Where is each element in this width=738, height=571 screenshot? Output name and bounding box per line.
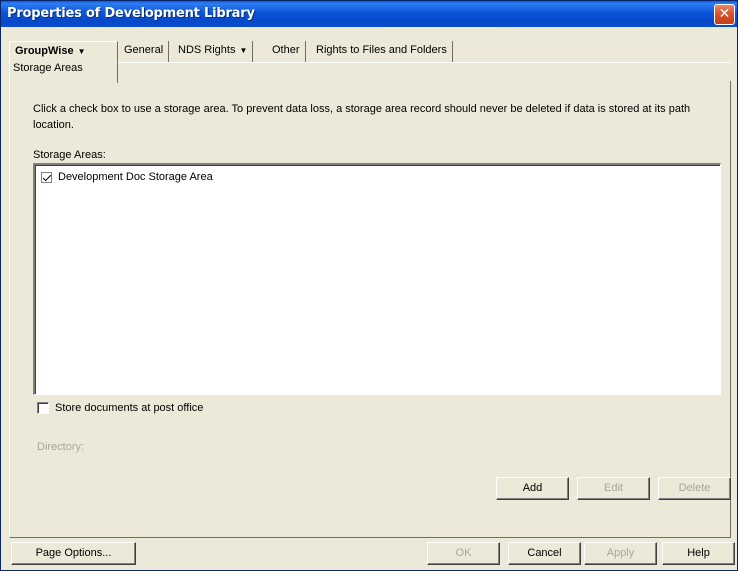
- close-button[interactable]: ✕: [714, 4, 735, 25]
- tab-general[interactable]: General: [119, 41, 170, 63]
- add-button[interactable]: Add: [496, 477, 569, 500]
- store-at-post-office-row[interactable]: Store documents at post office: [37, 402, 203, 414]
- storage-area-checkbox[interactable]: [41, 171, 52, 183]
- instructions-text: Click a check box to use a storage area.…: [33, 103, 691, 131]
- tab-rights-to-files[interactable]: Rights to Files and Folders: [311, 41, 453, 63]
- tab-other[interactable]: Other: [267, 41, 306, 63]
- ok-button[interactable]: OK: [427, 542, 500, 565]
- tab-label: Other: [272, 44, 300, 56]
- tab-groupwise[interactable]: GroupWise ▼ Storage Areas: [9, 41, 118, 83]
- page-options-button[interactable]: Page Options...: [11, 542, 136, 565]
- properties-dialog: Properties of Development Library ✕ Grou…: [0, 0, 738, 571]
- apply-button[interactable]: Apply: [584, 542, 657, 565]
- dropdown-arrow-icon[interactable]: ▼: [78, 47, 86, 56]
- help-button[interactable]: Help: [662, 542, 735, 565]
- list-item[interactable]: Development Doc Storage Area: [41, 171, 213, 183]
- store-at-post-office-label: Store documents at post office: [55, 402, 204, 414]
- storage-areas-list[interactable]: Development Doc Storage Area: [33, 163, 721, 395]
- subtab-storage-areas[interactable]: Storage Areas: [13, 62, 83, 74]
- edit-button[interactable]: Edit: [577, 477, 650, 500]
- storage-areas-label: Storage Areas:: [33, 149, 106, 161]
- directory-label: Directory:: [37, 441, 85, 453]
- dropdown-arrow-icon[interactable]: ▼: [239, 46, 247, 55]
- cancel-button[interactable]: Cancel: [508, 542, 581, 565]
- tab-label: GroupWise: [15, 45, 74, 57]
- title-bar[interactable]: Properties of Development Library ✕: [1, 1, 737, 27]
- store-at-post-office-checkbox[interactable]: [37, 402, 49, 414]
- tab-strip: GroupWise ▼ Storage Areas General NDS Rig…: [9, 41, 729, 83]
- close-icon: ✕: [718, 6, 731, 22]
- tab-panel-border: [118, 62, 731, 63]
- tab-label: NDS Rights: [178, 44, 236, 56]
- tab-label: General: [124, 44, 164, 56]
- storage-area-label: Development Doc Storage Area: [58, 171, 213, 183]
- delete-button[interactable]: Delete: [658, 477, 731, 500]
- tab-nds-rights[interactable]: NDS Rights ▼: [173, 41, 254, 63]
- tab-label: Rights to Files and Folders: [316, 44, 447, 56]
- window-title: Properties of Development Library: [7, 6, 255, 21]
